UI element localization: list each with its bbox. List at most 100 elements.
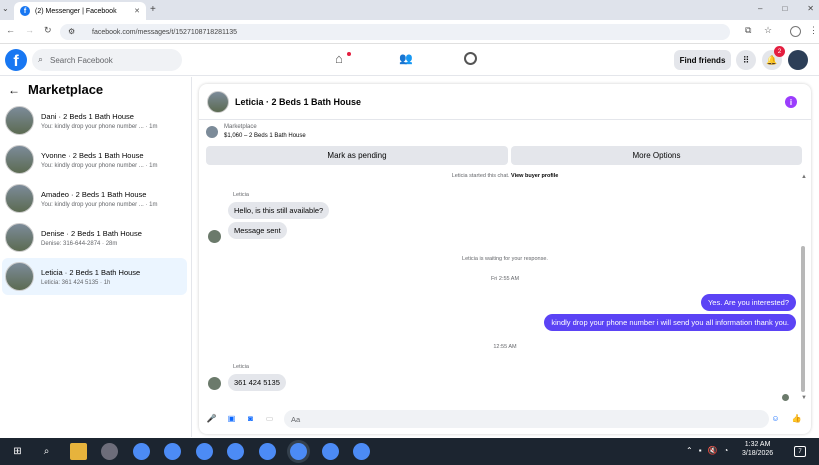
home-icon[interactable]: ⌂ <box>335 51 343 66</box>
browser-tab[interactable]: f (2) Messenger | Facebook ✕ <box>14 2 146 20</box>
taskbar-search-icon[interactable]: ⌕ <box>38 443 55 460</box>
bookmark-star-icon[interactable]: ☆ <box>764 25 772 36</box>
photo-icon[interactable]: ▣ <box>226 413 237 424</box>
conversation-item[interactable]: Dani · 2 Beds 1 Bath House You: kindly dr… <box>2 102 187 139</box>
microphone-icon[interactable]: 🎤 <box>206 413 217 424</box>
back-arrow-icon[interactable]: ← <box>8 83 20 97</box>
conversation-preview: Denise: 316-644-2874 · 28m <box>41 240 118 247</box>
listing-thumbnail <box>5 145 34 174</box>
scroll-down-icon[interactable]: ▼ <box>801 395 807 401</box>
new-tab-button[interactable]: + <box>150 4 156 15</box>
windows-start-icon[interactable]: ⊞ <box>9 443 26 460</box>
sender-avatar[interactable] <box>208 377 221 390</box>
chrome-icon[interactable] <box>164 443 181 460</box>
search-icon: ⌕ <box>38 54 44 64</box>
conversation-preview: You: kindly drop your phone number ... ·… <box>41 162 158 169</box>
timestamp: Fri 2:55 AM <box>490 276 520 282</box>
listing-thumbnail <box>5 262 34 291</box>
facebook-logo[interactable]: f <box>5 49 27 71</box>
notification-badge: 2 <box>774 46 785 57</box>
maximize-button[interactable]: □ <box>782 4 787 13</box>
mark-as-pending-button[interactable]: Mark as pending <box>206 146 508 165</box>
site-info-icon[interactable]: ⚙ <box>68 27 75 36</box>
scroll-up-icon[interactable]: ▲ <box>801 174 807 180</box>
sender-name: Leticia <box>233 192 249 198</box>
tray-chevron-icon[interactable]: ⌃ <box>686 446 693 455</box>
clock-time: 1:32 AM <box>744 441 771 448</box>
url-bar[interactable]: ⚙ facebook.com/messages/t/15271087182811… <box>60 24 730 40</box>
outgoing-message[interactable]: kindly drop your phone number i will sen… <box>544 314 796 331</box>
chat-started-text: Leticia started this chat. <box>451 173 510 179</box>
incoming-message[interactable]: Message sent <box>228 222 287 239</box>
network-icon[interactable]: ◔ <box>724 446 729 455</box>
sticker-icon[interactable]: ◙ <box>245 413 256 424</box>
conversation-item[interactable]: Yvonne · 2 Beds 1 Bath House You: kindly … <box>2 141 187 178</box>
url-text: facebook.com/messages/t/1527108718281135 <box>92 28 238 36</box>
chat-scrollbar[interactable] <box>801 246 805 392</box>
conversation-preview: You: kindly drop your phone number ... ·… <box>41 201 158 208</box>
menu-kebab-icon[interactable]: ⋮ <box>809 25 818 36</box>
chrome-icon-active[interactable] <box>290 443 307 460</box>
notification-center-icon[interactable]: 7 <box>794 446 806 457</box>
find-friends-button[interactable]: Find friends <box>674 50 731 70</box>
incoming-message[interactable]: Hello, is this still available? <box>228 202 330 219</box>
conversation-name: Amadeo · 2 Beds 1 Bath House <box>41 189 147 199</box>
account-avatar[interactable] <box>788 50 808 70</box>
taskbar-clock[interactable]: 1:32 AM 3/18/2026 <box>742 441 773 457</box>
chrome-icon[interactable] <box>353 443 370 460</box>
view-buyer-profile-link[interactable]: View buyer profile <box>511 173 558 179</box>
chrome-icon[interactable] <box>322 443 339 460</box>
tab-list-chevron-icon[interactable]: ⌄ <box>2 4 9 13</box>
chat-header: Leticia · 2 Beds 1 Bath House <box>199 84 811 120</box>
chrome-icon[interactable] <box>259 443 276 460</box>
info-icon[interactable]: i <box>785 96 797 108</box>
search-input[interactable]: ⌕ Search Facebook <box>32 49 182 71</box>
back-icon[interactable]: ← <box>6 25 15 35</box>
chat-title[interactable]: Leticia · 2 Beds 1 Bath House <box>235 97 361 107</box>
message-input[interactable]: Aa <box>284 410 769 428</box>
chrome-icon[interactable] <box>227 443 244 460</box>
search-placeholder: Search Facebook <box>50 55 113 65</box>
chrome-icon[interactable] <box>133 443 150 460</box>
listing-small-thumbnail <box>206 126 218 138</box>
more-options-button[interactable]: More Options <box>511 146 802 165</box>
sender-avatar[interactable] <box>208 230 221 243</box>
listing-price-title[interactable]: $1,060 – 2 Beds 1 Bath House <box>224 133 306 139</box>
close-tab-icon[interactable]: ✕ <box>134 7 140 15</box>
sidebar-title: Marketplace <box>28 82 104 97</box>
profile-icon[interactable] <box>790 26 801 37</box>
facebook-favicon-icon: f <box>20 6 30 16</box>
listing-thumbnail <box>5 184 34 213</box>
conversation-preview: Leticia: 361 424 5135 · 1h <box>41 279 111 286</box>
sidebar-header: ← Marketplace <box>8 82 103 97</box>
conversation-item[interactable]: Denise · 2 Beds 1 Bath House Denise: 316-… <box>2 219 187 256</box>
conversation-item-active[interactable]: Leticia · 2 Beds 1 Bath House Leticia: 36… <box>2 258 187 295</box>
install-app-icon[interactable]: ⧉ <box>745 25 751 36</box>
forward-icon[interactable]: → <box>25 25 34 35</box>
groups-icon[interactable] <box>464 52 477 65</box>
thumbs-up-icon[interactable]: 👍 <box>791 413 802 424</box>
friends-icon[interactable]: 👥 <box>399 52 413 65</box>
minimize-button[interactable]: – <box>758 4 762 13</box>
sender-name: Leticia <box>233 364 249 370</box>
emoji-icon[interactable]: ☺ <box>770 413 781 424</box>
system-tray: ⌃ ▪ 🔇 ◔ <box>686 446 728 455</box>
file-explorer-icon[interactable] <box>70 443 87 460</box>
chat-listing-thumbnail[interactable] <box>207 90 229 113</box>
reload-icon[interactable]: ↻ <box>44 25 52 36</box>
conversation-item[interactable]: Amadeo · 2 Beds 1 Bath House You: kindly … <box>2 180 187 217</box>
gif-icon[interactable]: ▭ <box>264 413 275 424</box>
volume-icon[interactable]: 🔇 <box>708 446 718 455</box>
menu-grid-icon[interactable]: ⠿ <box>736 50 756 70</box>
outgoing-message[interactable]: Yes. Are you interested? <box>700 294 796 311</box>
listing-thumbnail <box>5 223 34 252</box>
conversation-name: Yvonne · 2 Beds 1 Bath House <box>41 150 144 160</box>
app-icon[interactable] <box>101 443 118 460</box>
incoming-message[interactable]: 361 424 5135 <box>228 374 286 391</box>
clock-date: 3/18/2026 <box>742 450 774 457</box>
tab-title: (2) Messenger | Facebook <box>35 7 117 15</box>
teams-icon[interactable]: ▪ <box>699 446 702 455</box>
chrome-icon[interactable] <box>196 443 213 460</box>
message-placeholder: Aa <box>291 414 301 424</box>
close-window-button[interactable]: ✕ <box>807 4 814 13</box>
